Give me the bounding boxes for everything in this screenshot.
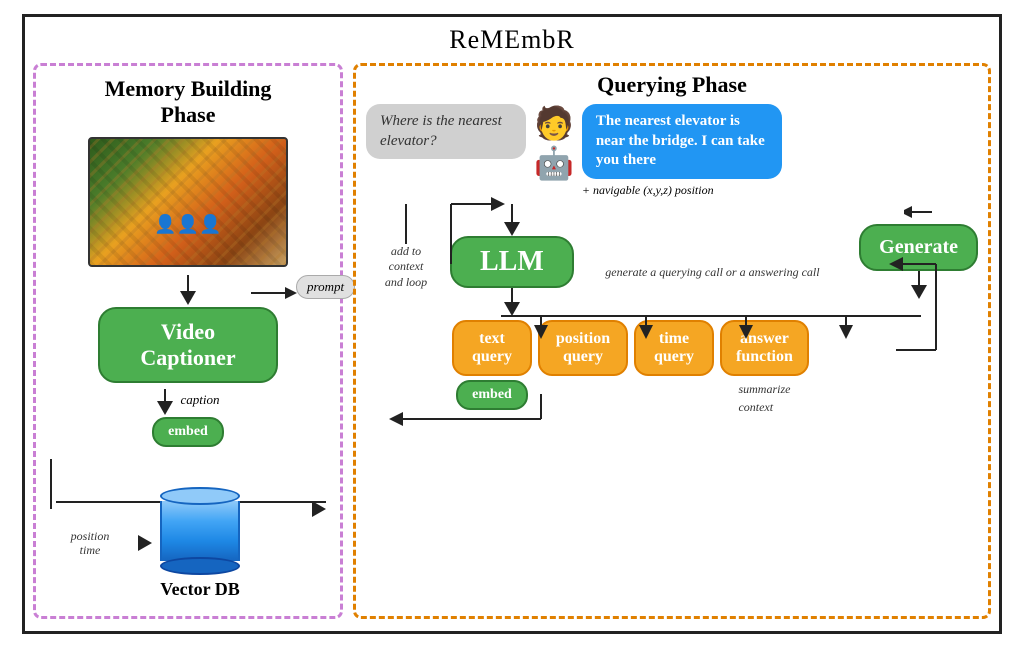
- embed-box-left: embed: [152, 417, 224, 447]
- arrowhead-gen-down: [911, 285, 927, 299]
- scene-image: 👤👤👤: [88, 137, 288, 267]
- emoji-col: 🧑 🤖: [534, 104, 574, 182]
- main-container: ReMEmbR Memory BuildingPhase 👤👤👤 prompt: [22, 14, 1002, 634]
- arrowhead-to-captioner: [180, 291, 196, 305]
- position-query-box: position query: [538, 320, 628, 376]
- bot-to-gen-row: [904, 204, 934, 220]
- arrowhead-llm-down: [504, 302, 520, 316]
- human-emoji: 🧑: [534, 104, 574, 142]
- panels-row: Memory BuildingPhase 👤👤👤 prompt: [25, 59, 999, 627]
- arrowhead-to-llm: [504, 222, 520, 236]
- q-to-llm-line: [511, 204, 513, 222]
- text-query-box: text query: [452, 320, 532, 376]
- navigable-label: + navigable (x,y,z) position: [582, 183, 978, 198]
- add-context-label: add to context and loop: [385, 244, 427, 291]
- cylinder-body: [160, 501, 240, 561]
- vector-db-label: Vector DB: [160, 579, 240, 600]
- arrowhead-caption: [157, 401, 173, 415]
- arrow-captioner-to-embed: [164, 389, 166, 401]
- bot-bubble: The nearest elevator is near the bridge.…: [582, 104, 782, 179]
- gen-query-label: generate a querying call or a answering …: [605, 264, 819, 281]
- position-time-label: position time: [71, 529, 110, 558]
- caption-label: caption: [181, 392, 220, 407]
- prompt-label: prompt: [296, 275, 355, 299]
- arrow-image-to-captioner: [187, 275, 189, 291]
- gen-to-funcs-line: [918, 271, 920, 285]
- left-panel-title: Memory BuildingPhase: [105, 76, 272, 129]
- answer-function-col: answer function summarize context: [720, 320, 809, 416]
- right-diagram: Where is the nearest elevator? 🧑 🤖 The n…: [366, 104, 978, 604]
- main-title: ReMEmbR: [25, 17, 999, 59]
- right-panel-title: Querying Phase: [366, 72, 978, 98]
- loop-vline: [405, 204, 407, 244]
- llm-col: LLM: [450, 204, 574, 316]
- generate-box: Generate: [859, 224, 978, 271]
- right-panel: Querying Phase Where is the nearest elev…: [353, 63, 991, 619]
- scene-people: 👤👤👤: [154, 214, 221, 235]
- robot-emoji: 🤖: [534, 144, 574, 182]
- answer-function-box: answer function: [720, 320, 809, 376]
- scene-overlay: [90, 139, 286, 265]
- cylinder-top: [160, 487, 240, 505]
- functions-row: text query embed position query time que…: [366, 320, 978, 416]
- time-query-box: time query: [634, 320, 714, 376]
- llm-box: LLM: [450, 236, 574, 288]
- left-panel: Memory BuildingPhase 👤👤👤 prompt: [33, 63, 343, 619]
- pos-time-arrow: [138, 535, 152, 551]
- video-captioner-box: Video Captioner: [98, 307, 278, 383]
- text-query-col: text query embed: [452, 320, 532, 410]
- user-bubble: Where is the nearest elevator?: [366, 104, 526, 159]
- position-query-col: position query: [538, 320, 628, 376]
- embed-box-right: embed: [456, 380, 528, 410]
- prompt-arrow-svg: [251, 283, 301, 313]
- time-query-col: time query: [634, 320, 714, 376]
- gen-down-arrow: [911, 271, 927, 299]
- middle-row: add to context and loop LLM: [366, 204, 978, 316]
- gen-query-label-col: generate a querying call or a answering …: [574, 204, 851, 281]
- bot-to-gen-arrow: [904, 204, 934, 220]
- generate-col: Generate: [859, 204, 978, 299]
- summarize-wrapper: summarize context: [738, 380, 790, 416]
- context-loop-col: add to context and loop: [366, 204, 446, 291]
- summarize-label: summarize context: [738, 382, 790, 414]
- llm-to-gen-line: [511, 288, 513, 302]
- cylinder-bottom: [160, 557, 240, 575]
- chat-row: Where is the nearest elevator? 🧑 🤖 The n…: [366, 104, 978, 198]
- bot-bubble-wrapper: The nearest elevator is near the bridge.…: [582, 104, 978, 198]
